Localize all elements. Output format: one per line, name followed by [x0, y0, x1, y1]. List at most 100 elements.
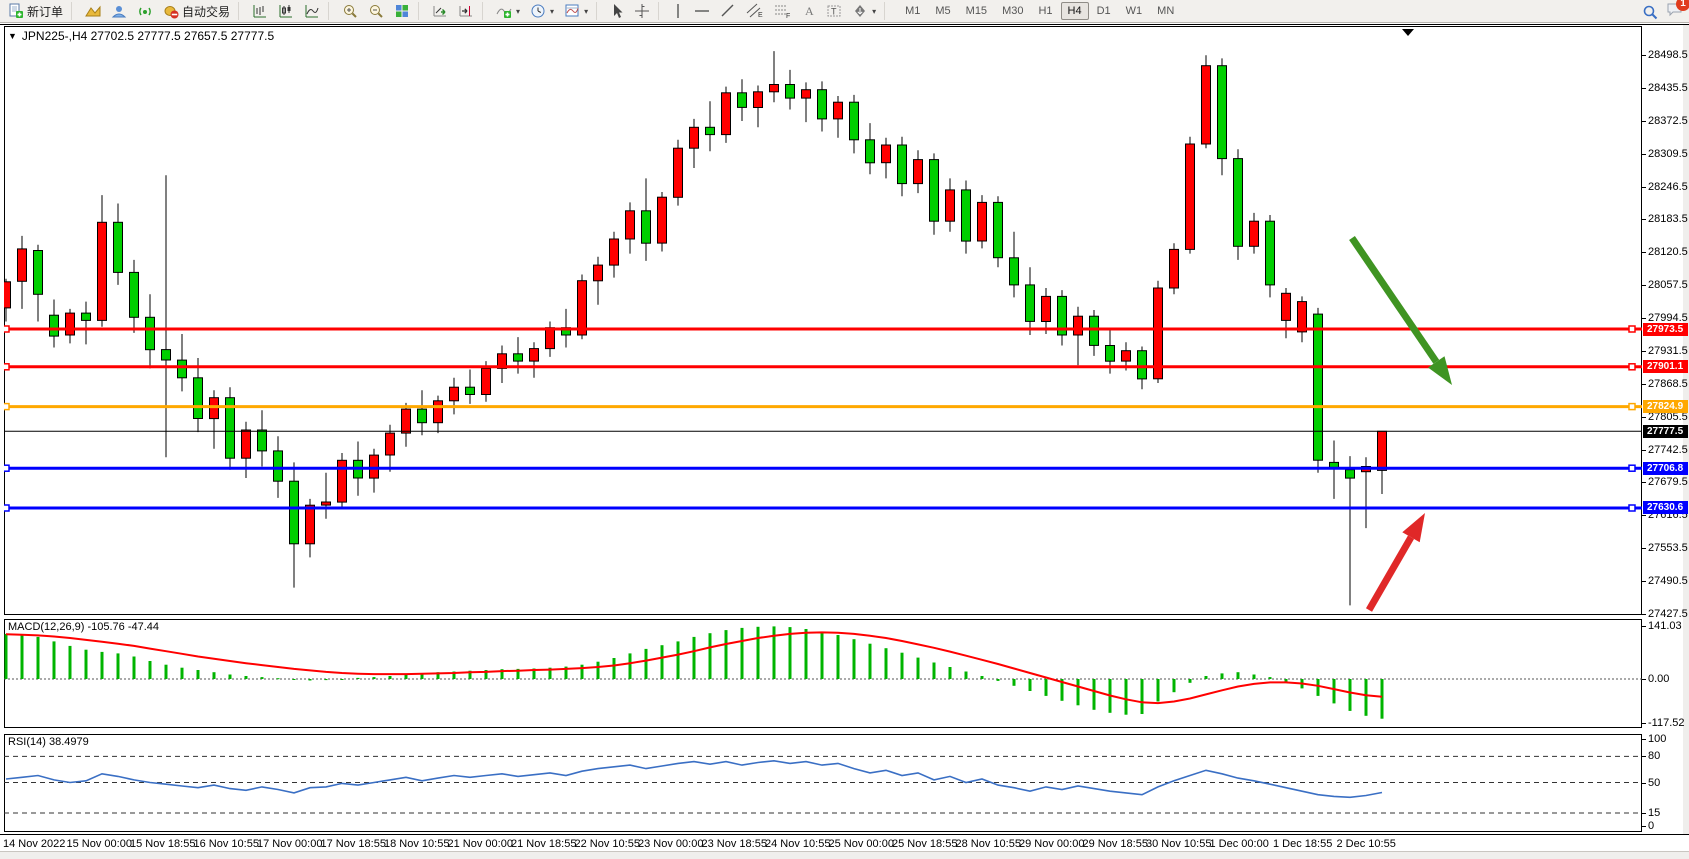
shapes-tool-button[interactable]: ▾: [848, 1, 880, 21]
macd-axis-label: 141.03: [1648, 620, 1682, 632]
text-label-tool-button[interactable]: T: [822, 1, 846, 21]
time-axis-label: 28 Nov 10:55: [956, 838, 1021, 850]
price-axis-label: 28183.5: [1648, 213, 1688, 225]
equidistant-channel-icon: E: [746, 3, 764, 19]
timeframe-toolbar: M1M5M15M30H1H4D1W1MN: [898, 2, 1181, 20]
axis-tick-mark: [1642, 614, 1646, 615]
macd-indicator-label: MACD(12,26,9) -105.76 -47.44: [8, 621, 159, 633]
time-axis-label: 29 Nov 18:55: [1083, 838, 1148, 850]
one-click-trading-toggle[interactable]: ▼: [8, 31, 17, 41]
crosshair-icon: [634, 3, 650, 19]
zoom-in-button[interactable]: [338, 1, 362, 21]
new-order-label: 新订单: [27, 3, 63, 20]
axis-tick-mark: [1642, 813, 1646, 814]
auto-trading-button[interactable]: 自动交易: [159, 1, 234, 21]
candle-chart-type-button[interactable]: [274, 1, 298, 21]
toolbar-separator: [328, 2, 334, 20]
macd-panel-canvas[interactable]: [4, 619, 1642, 728]
axis-tick-mark: [1642, 417, 1646, 418]
rsi-axis-label: 50: [1648, 777, 1660, 789]
bar-chart-type-button[interactable]: [248, 1, 272, 21]
axis-tick-mark: [1642, 154, 1646, 155]
horizontal-line-tool-button[interactable]: [690, 1, 714, 21]
time-axis-label: 15 Nov 18:55: [130, 838, 195, 850]
zoom-out-icon: [368, 3, 384, 19]
community-button[interactable]: [107, 1, 131, 21]
signals-button[interactable]: [133, 1, 157, 21]
toolbar-separator: [658, 2, 664, 20]
periods-button[interactable]: ▾: [526, 1, 558, 21]
svg-text:E: E: [758, 12, 763, 19]
price-axis-label: 28435.5: [1648, 82, 1688, 94]
main-chart-canvas[interactable]: [4, 26, 1642, 615]
auto-scroll-icon: [432, 3, 448, 19]
toolbar-separator: [596, 2, 602, 20]
toolbar-separator: [482, 2, 488, 20]
chart-shift-button[interactable]: [454, 1, 478, 21]
text-tool-button[interactable]: A: [798, 1, 820, 21]
timeframe-button-H4[interactable]: H4: [1061, 2, 1089, 20]
time-axis[interactable]: 14 Nov 202215 Nov 00:0015 Nov 18:5516 No…: [0, 834, 1689, 850]
axis-tick-mark: [1642, 450, 1646, 451]
time-axis-label: 15 Nov 00:00: [67, 838, 132, 850]
price-axis-label: 27868.5: [1648, 378, 1688, 390]
cursor-icon: [610, 3, 624, 19]
axis-tick-mark: [1642, 739, 1646, 740]
time-axis-label: 22 Nov 10:55: [575, 838, 640, 850]
vertical-line-tool-button[interactable]: [668, 1, 688, 21]
axis-tick-mark: [1642, 55, 1646, 56]
tile-windows-button[interactable]: [390, 1, 414, 21]
macd-axis-label: 0.00: [1648, 673, 1669, 685]
axis-tick-mark: [1642, 252, 1646, 253]
search-icon[interactable]: [1642, 4, 1658, 20]
horizontal-line-icon: [694, 3, 710, 19]
timeframe-button-W1[interactable]: W1: [1119, 2, 1150, 20]
dropdown-arrow-icon: ▾: [516, 7, 520, 16]
cursor-tool-button[interactable]: [606, 1, 628, 21]
time-axis-label: 21 Nov 00:00: [448, 838, 513, 850]
time-axis-label: 2 Dec 10:55: [1337, 838, 1396, 850]
line-chart-type-button[interactable]: [300, 1, 324, 21]
price-line-badge: 27973.5: [1643, 323, 1688, 336]
axis-tick-mark: [1642, 679, 1646, 680]
axis-tick-mark: [1642, 548, 1646, 549]
axis-tick-mark: [1642, 318, 1646, 319]
channel-tool-button[interactable]: E: [742, 1, 768, 21]
timeframe-button-M5[interactable]: M5: [928, 2, 957, 20]
timeframe-button-D1[interactable]: D1: [1090, 2, 1118, 20]
toolbar-right-group: 1: [1642, 0, 1683, 23]
indicators-button[interactable]: ▾: [492, 1, 524, 21]
timeframe-button-H1[interactable]: H1: [1031, 2, 1059, 20]
timeframe-button-M1[interactable]: M1: [898, 2, 927, 20]
new-order-button[interactable]: 新订单: [4, 1, 67, 21]
toolbar-separator: [238, 2, 244, 20]
time-axis-label: 24 Nov 10:55: [765, 838, 830, 850]
time-axis-label: 18 Nov 10:55: [384, 838, 449, 850]
chart-shift-icon: [458, 3, 474, 19]
chart-title: JPN225-,H4 27702.5 27777.5 27657.5 27777…: [22, 29, 274, 43]
templates-button[interactable]: ▾: [560, 1, 592, 21]
axis-tick-mark: [1642, 756, 1646, 757]
notifications-button[interactable]: 1: [1666, 1, 1683, 22]
fibonacci-tool-button[interactable]: F: [770, 1, 796, 21]
axis-tick-mark: [1642, 285, 1646, 286]
rsi-axis-label: 80: [1648, 750, 1660, 762]
axis-tick-mark: [1642, 121, 1646, 122]
timeframe-button-M30[interactable]: M30: [995, 2, 1030, 20]
trendline-tool-button[interactable]: [716, 1, 740, 21]
zoom-out-button[interactable]: [364, 1, 388, 21]
time-axis-label: 17 Nov 18:55: [321, 838, 386, 850]
rsi-panel-canvas[interactable]: [4, 734, 1642, 832]
auto-scroll-button[interactable]: [428, 1, 452, 21]
timeframe-button-MN[interactable]: MN: [1150, 2, 1181, 20]
community-icon: [111, 3, 127, 19]
crosshair-tool-button[interactable]: [630, 1, 654, 21]
time-axis-label: 14 Nov 2022: [3, 838, 65, 850]
timeframe-button-M15[interactable]: M15: [959, 2, 994, 20]
price-line-badge: 27706.8: [1643, 462, 1688, 475]
market-depth-button[interactable]: [81, 1, 105, 21]
axis-tick-mark: [1642, 187, 1646, 188]
toolbar-separator: [418, 2, 424, 20]
price-line-badge: 27824.9: [1643, 400, 1688, 413]
shapes-icon: [852, 3, 868, 19]
